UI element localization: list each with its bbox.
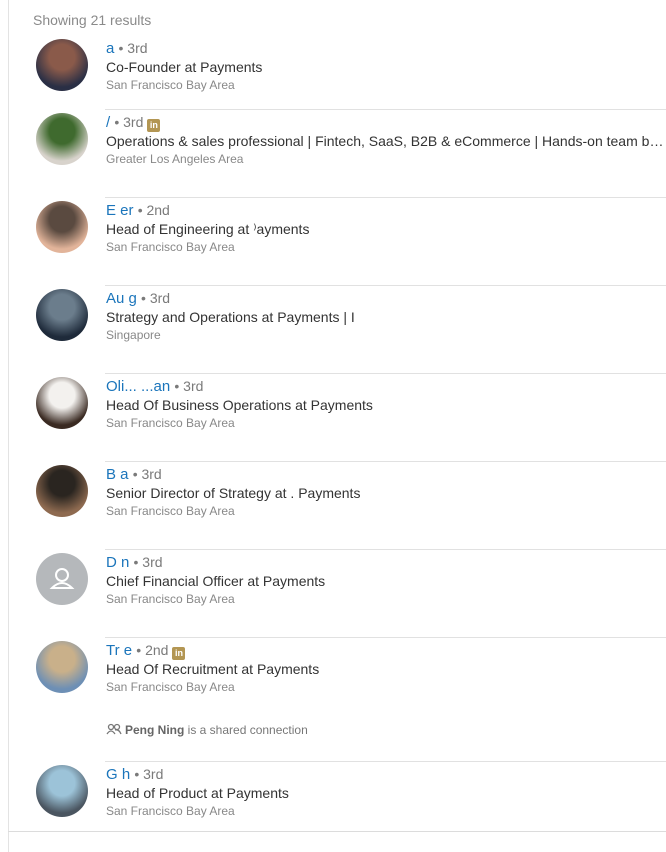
location: San Francisco Bay Area xyxy=(106,504,235,518)
person-name-link[interactable]: B a xyxy=(106,466,129,483)
list-item: Oli... ...an • 3rd Head Of Business Opera… xyxy=(0,374,666,462)
connection-degree: • 3rd xyxy=(132,466,162,482)
connection-degree: • 3rd xyxy=(134,766,164,782)
list-item: Tr e • 2nd in Head Of Recruitment at Payme… xyxy=(0,638,666,762)
location: San Francisco Bay Area xyxy=(106,78,235,92)
name-line: / • 3rd in xyxy=(106,114,161,132)
bottom-border xyxy=(8,831,666,832)
name-line: a • 3rd xyxy=(106,40,148,57)
list-item: a • 3rd Co-Founder at Payments San Francis… xyxy=(0,36,666,110)
location: Greater Los Angeles Area xyxy=(106,152,244,166)
list-item: D n • 3rd Chief Financial Officer at Paym… xyxy=(0,550,666,638)
name-line: Au g • 3rd xyxy=(106,290,170,307)
avatar[interactable] xyxy=(36,377,88,429)
list-item: G h • 3rd Head of Product at Payments San … xyxy=(0,762,666,852)
headline: Operations & sales professional | Fintec… xyxy=(106,133,664,149)
location: San Francisco Bay Area xyxy=(106,804,235,818)
shared-connection[interactable]: Peng Ning is a shared connection xyxy=(106,723,308,737)
avatar[interactable] xyxy=(36,201,88,253)
headline: Co-Founder at Payments xyxy=(106,59,263,75)
connection-degree: • 2nd xyxy=(137,202,170,218)
avatar[interactable] xyxy=(36,113,88,165)
list-item: / • 3rd in Operations & sales professional… xyxy=(0,110,666,198)
avatar[interactable] xyxy=(36,641,88,693)
connection-degree: • 3rd xyxy=(141,290,171,306)
avatar-placeholder[interactable] xyxy=(36,553,88,605)
name-line: D n • 3rd xyxy=(106,554,163,571)
headline: Head Of Recruitment at Payments xyxy=(106,661,320,677)
avatar[interactable] xyxy=(36,465,88,517)
name-line: E er • 2nd xyxy=(106,202,170,219)
name-line: Tr e • 2nd in xyxy=(106,642,186,660)
people-icon xyxy=(106,723,122,735)
location: San Francisco Bay Area xyxy=(106,240,235,254)
linkedin-premium-icon: in xyxy=(172,647,186,660)
connection-degree: • 3rd xyxy=(114,114,144,130)
name-line: G h • 3rd xyxy=(106,766,163,783)
headline: Head Of Business Operations at Payments xyxy=(106,397,373,413)
results-count: Showing 21 results xyxy=(33,12,152,28)
connection-degree: • 3rd xyxy=(118,40,148,56)
location: San Francisco Bay Area xyxy=(106,592,235,606)
connection-degree: • 3rd xyxy=(174,378,204,394)
name-line: B a • 3rd xyxy=(106,466,162,483)
shared-connection-text: is a shared connection xyxy=(184,723,308,737)
avatar[interactable] xyxy=(36,289,88,341)
headline: Strategy and Operations at Payments | I xyxy=(106,309,355,325)
person-name-link[interactable]: D n xyxy=(106,554,129,571)
linkedin-premium-icon: in xyxy=(147,119,161,132)
headline: Head of Engineering at ⁾ayments xyxy=(106,221,310,237)
shared-connection-name[interactable]: Peng Ning xyxy=(125,723,184,737)
avatar[interactable] xyxy=(36,39,88,91)
location: Singapore xyxy=(106,328,161,342)
list-item: B a • 3rd Senior Director of Strategy at … xyxy=(0,462,666,550)
person-name-link[interactable]: a xyxy=(106,40,114,57)
person-name-link[interactable]: Tr e xyxy=(106,642,132,659)
list-item: E er • 2nd Head of Engineering at ⁾ayment… xyxy=(0,198,666,286)
location: San Francisco Bay Area xyxy=(106,416,235,430)
person-name-link[interactable]: E er xyxy=(106,202,134,219)
person-name-link[interactable]: G h xyxy=(106,766,130,783)
list-item: Au g • 3rd Strategy and Operations at Pay… xyxy=(0,286,666,374)
connection-degree: • 3rd xyxy=(133,554,163,570)
headline: Head of Product at Payments xyxy=(106,785,289,801)
connection-degree: • 2nd xyxy=(136,642,169,658)
person-name-link[interactable]: Oli... ...an xyxy=(106,378,170,395)
person-name-link[interactable]: / xyxy=(106,114,110,131)
name-line: Oli... ...an • 3rd xyxy=(106,378,203,395)
headline: Senior Director of Strategy at . Payment… xyxy=(106,485,361,501)
person-name-link[interactable]: Au g xyxy=(106,290,137,307)
headline: Chief Financial Officer at Payments xyxy=(106,573,326,589)
location: San Francisco Bay Area xyxy=(106,680,235,694)
person-outline-icon xyxy=(49,568,75,589)
avatar[interactable] xyxy=(36,765,88,817)
